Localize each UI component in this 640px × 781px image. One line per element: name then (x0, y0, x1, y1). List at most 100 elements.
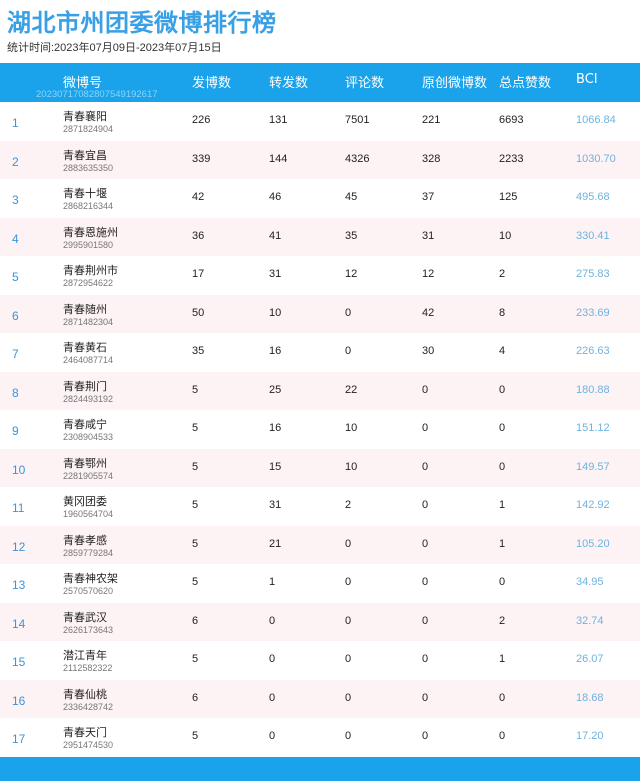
cell-original: 31 (422, 229, 435, 242)
cell-bci: 233.69 (576, 306, 610, 319)
table-row: 6 青春随州 2871482304 50 10 0 42 8 233.69 (0, 294, 640, 333)
cell-likes: 1 (499, 499, 506, 511)
cell-reposts: 16 (269, 345, 282, 357)
cell-original: 0 (422, 653, 429, 665)
cell-reposts: 16 (269, 422, 282, 434)
account-name[interactable]: 青春荆门 (63, 378, 107, 394)
cell-comments: 10 (345, 422, 358, 434)
account-name[interactable]: 黄冈团委 (63, 493, 107, 509)
cell-posts: 5 (192, 383, 199, 396)
cell-original: 0 (422, 460, 429, 473)
account-name[interactable]: 青春恩施州 (63, 224, 118, 240)
cell-likes: 8 (499, 306, 506, 319)
cell-reposts: 0 (269, 653, 276, 665)
cell-posts: 226 (192, 114, 211, 126)
cell-original: 30 (422, 345, 435, 357)
cell-posts: 5 (192, 653, 199, 665)
cell-likes: 4 (499, 345, 506, 357)
account-name[interactable]: 青春神农架 (63, 570, 118, 586)
cell-original: 42 (422, 306, 435, 319)
account-name[interactable]: 青春随州 (63, 301, 107, 317)
cell-likes: 1 (499, 653, 506, 665)
cell-bci: 275.83 (576, 268, 610, 280)
rank-number: 3 (12, 193, 19, 207)
account-name[interactable]: 青春宜昌 (63, 147, 107, 163)
cell-original: 12 (422, 268, 435, 280)
cell-reposts: 144 (269, 152, 288, 165)
rank-number: 8 (12, 385, 19, 400)
cell-posts: 5 (192, 537, 199, 550)
account-id: 2824493192 (63, 393, 114, 404)
account-name[interactable]: 青春鄂州 (63, 455, 107, 471)
cell-original: 0 (422, 576, 429, 588)
rank-number: 17 (12, 732, 26, 746)
cell-bci: 1066.84 (576, 114, 616, 126)
cell-likes: 6693 (499, 114, 524, 126)
header-posts: 发博数 (192, 76, 232, 91)
cell-original: 0 (422, 537, 429, 550)
cell-comments: 0 (345, 730, 352, 742)
cell-bci: 495.68 (576, 191, 610, 203)
account-name[interactable]: 潜江青年 (63, 647, 107, 663)
account-id: 2871482304 (63, 316, 114, 327)
cell-bci: 330.41 (576, 229, 610, 242)
rank-number: 2 (12, 154, 19, 169)
account-name[interactable]: 青春武汉 (63, 609, 107, 625)
cell-reposts: 31 (269, 268, 282, 280)
cell-posts: 17 (192, 268, 205, 280)
rank-number: 16 (12, 693, 26, 708)
header-original: 原创微博数 (422, 76, 488, 91)
cell-reposts: 21 (269, 537, 282, 550)
cell-bci: 151.12 (576, 422, 610, 434)
page-title: 湖北市州团委微博排行榜 (7, 9, 277, 37)
table-row: 7 青春黄石 2464087714 35 16 0 30 4 226.63 (0, 333, 640, 372)
account-name[interactable]: 青春荆州市 (63, 262, 118, 278)
rank-number: 11 (12, 501, 25, 515)
account-name[interactable]: 青春天门 (63, 724, 107, 740)
footer-bar (0, 757, 640, 781)
account-id: 2626173643 (63, 624, 114, 635)
table-row: 15 潜江青年 2112582322 5 0 0 0 1 26.07 (0, 641, 640, 680)
cell-bci: 34.95 (576, 576, 604, 588)
account-name[interactable]: 青春黄石 (63, 339, 107, 355)
table-row: 2 青春宜昌 2883635350 339 144 4326 328 2233 … (0, 140, 640, 179)
cell-comments: 22 (345, 383, 358, 396)
rank-number: 9 (12, 424, 19, 438)
account-name[interactable]: 青春襄阳 (63, 108, 107, 124)
account-name[interactable]: 青春仙桃 (63, 686, 107, 702)
table-row: 3 青春十堰 2868216344 42 46 45 37 125 495.68 (0, 179, 640, 218)
account-id: 2464087714 (63, 355, 114, 365)
account-name[interactable]: 青春十堰 (63, 185, 107, 201)
rank-number: 10 (12, 462, 26, 477)
account-id: 2995901580 (63, 239, 114, 250)
table-row: 13 青春神农架 2570570620 5 1 0 0 0 34.95 (0, 564, 640, 603)
cell-comments: 0 (345, 306, 352, 319)
cell-comments: 35 (345, 229, 358, 242)
rank-number: 4 (12, 231, 19, 246)
cell-reposts: 0 (269, 730, 276, 742)
cell-likes: 2 (499, 268, 506, 280)
cell-original: 328 (422, 152, 441, 165)
cell-reposts: 15 (269, 460, 282, 473)
cell-posts: 5 (192, 422, 199, 434)
table-row: 16 青春仙桃 2336428742 6 0 0 0 0 18.68 (0, 679, 640, 718)
account-name[interactable]: 青春孝感 (63, 532, 107, 548)
cell-posts: 5 (192, 576, 199, 588)
cell-likes: 0 (499, 730, 506, 742)
account-id: 2570570620 (63, 586, 114, 596)
table-row: 12 青春孝感 2859779284 5 21 0 0 1 105.20 (0, 525, 640, 564)
cell-posts: 5 (192, 460, 199, 473)
ranking-table: 1 青春襄阳 2871824904 226 131 7501 221 6693 … (0, 102, 640, 757)
cell-comments: 0 (345, 614, 352, 627)
cell-likes: 1 (499, 537, 506, 550)
rank-number: 1 (12, 116, 19, 130)
cell-posts: 50 (192, 306, 205, 319)
cell-original: 37 (422, 191, 435, 203)
account-id: 2112582322 (63, 663, 113, 673)
cell-bci: 149.57 (576, 460, 610, 473)
account-name[interactable]: 青春咸宁 (63, 416, 107, 432)
cell-reposts: 0 (269, 614, 276, 627)
cell-likes: 0 (499, 383, 506, 396)
table-header: 微博号 发博数 转发数 评论数 原创微博数 总点赞数 BCI 202307170… (0, 63, 640, 102)
cell-posts: 42 (192, 191, 205, 203)
